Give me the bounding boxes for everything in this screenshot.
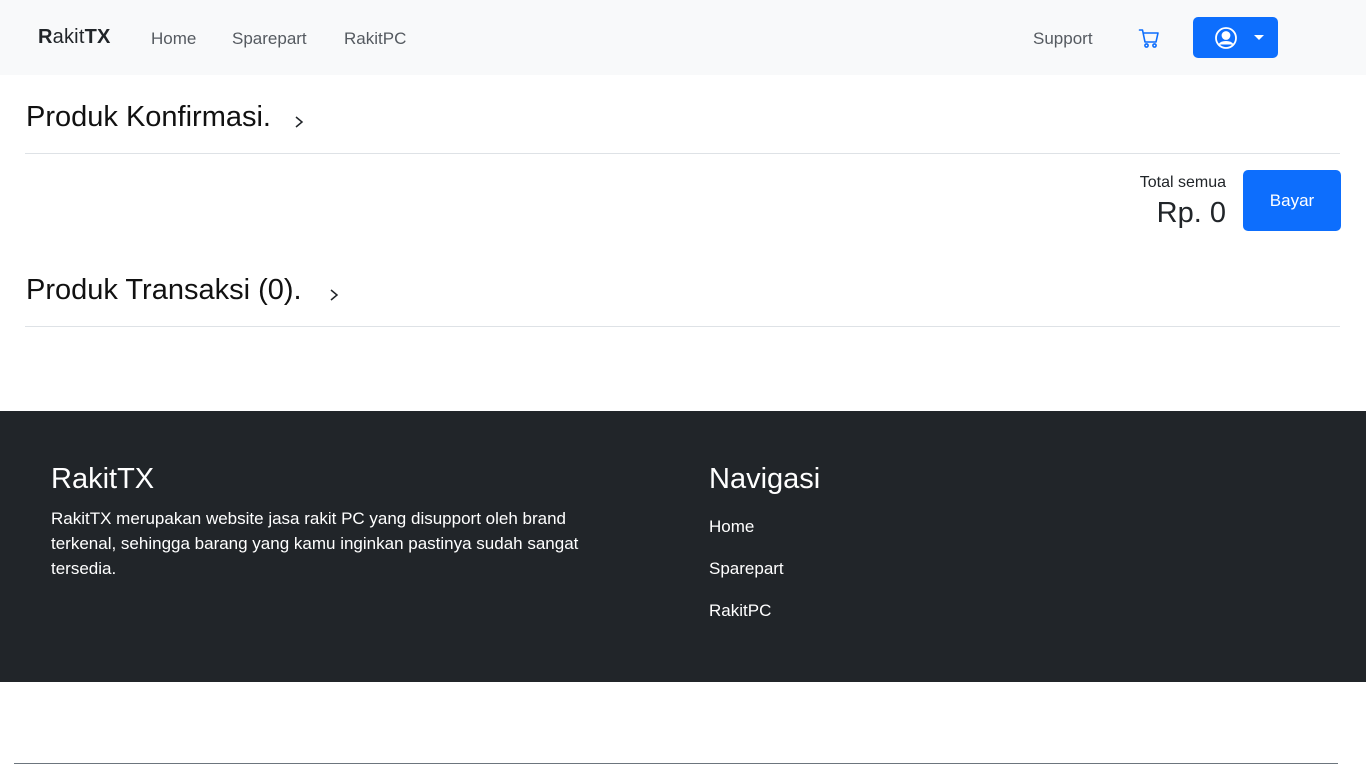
chevron-right-icon[interactable] [293, 115, 305, 129]
cart-icon[interactable] [1138, 27, 1160, 49]
nav-link-support[interactable]: Support [1033, 29, 1093, 49]
chevron-right-icon[interactable] [328, 288, 340, 302]
navbar: RakitTX Home Sparepart RakitPC Support [0, 0, 1366, 75]
caret-down-icon [1254, 35, 1264, 40]
divider [25, 326, 1340, 327]
total-label: Total semua [1139, 174, 1226, 191]
pay-button[interactable]: Bayar [1243, 170, 1341, 231]
brand-logo[interactable]: RakitTX [38, 26, 111, 49]
nav-link-rakitpc[interactable]: RakitPC [344, 29, 406, 49]
footer-description: RakitTX merupakan website jasa rakit PC … [51, 509, 579, 578]
nav-link-sparepart[interactable]: Sparepart [232, 29, 307, 49]
footer: RakitTX RakitTX merupakan website jasa r… [0, 411, 1366, 682]
section-title-transaksi: Produk Transaksi (0). [26, 274, 302, 306]
user-circle-icon [1215, 27, 1237, 49]
brand-letter: R [38, 26, 53, 48]
nav-link-home[interactable]: Home [151, 29, 196, 49]
divider [25, 153, 1340, 154]
footer-nav-title: Navigasi [709, 463, 821, 495]
footer-link-sparepart[interactable]: Sparepart [709, 559, 784, 579]
user-menu-button[interactable] [1193, 17, 1278, 58]
footer-link-rakitpc[interactable]: RakitPC [709, 601, 771, 621]
footer-link-home[interactable]: Home [709, 517, 754, 537]
total-value: Rp. 0 [1156, 197, 1226, 229]
brand-mid: akit [52, 26, 85, 48]
brand-tail: TX [84, 26, 111, 48]
bottom-divider [14, 763, 1338, 764]
section-title-konfirmasi: Produk Konfirmasi. [26, 101, 271, 133]
footer-brand: RakitTX [51, 463, 155, 495]
